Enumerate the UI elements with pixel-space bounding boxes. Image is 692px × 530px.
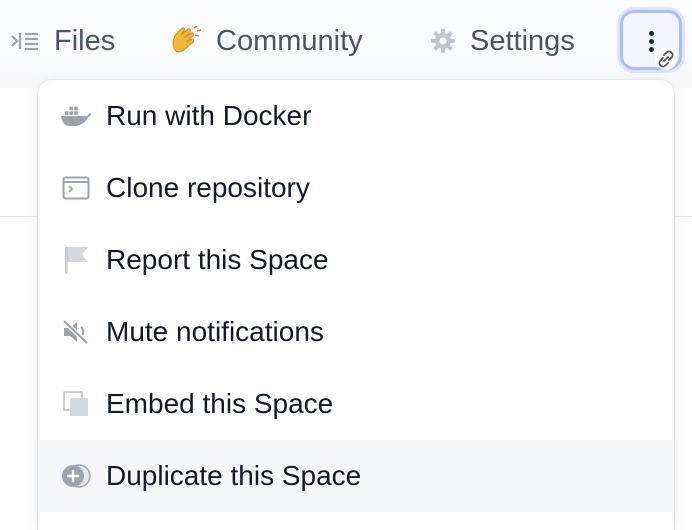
embed-icon bbox=[60, 389, 92, 419]
menu-item-label: Run with Docker bbox=[106, 100, 312, 131]
flag-icon bbox=[60, 245, 92, 275]
docker-icon bbox=[60, 101, 92, 131]
tab-settings-label: Settings bbox=[470, 24, 575, 57]
top-nav-bar: Files Community Settings bbox=[0, 0, 692, 89]
menu-item-clone-repository[interactable]: Clone repository bbox=[38, 152, 674, 224]
clapping-hands-icon bbox=[170, 26, 202, 56]
gear-icon bbox=[430, 28, 456, 54]
duplicate-icon bbox=[60, 461, 92, 491]
menu-item-run-with-docker[interactable]: Run with Docker bbox=[38, 80, 674, 152]
menu-item-embed-space[interactable]: Embed this Space bbox=[38, 368, 674, 440]
tab-community-label: Community bbox=[216, 24, 363, 57]
menu-item-label: Clone repository bbox=[106, 172, 310, 203]
menu-item-label: Report this Space bbox=[106, 244, 329, 275]
menu-item-duplicate-space[interactable]: Duplicate this Space bbox=[38, 440, 674, 512]
menu-item-mute-notifications[interactable]: Mute notifications bbox=[38, 296, 674, 368]
menu-item-label: Duplicate this Space bbox=[106, 460, 362, 491]
link-icon bbox=[653, 47, 679, 76]
tab-files-label: Files bbox=[54, 24, 116, 57]
terminal-icon bbox=[60, 173, 92, 203]
tab-community[interactable]: Community bbox=[170, 18, 363, 64]
tab-files[interactable]: Files bbox=[10, 18, 115, 64]
files-icon bbox=[10, 30, 40, 52]
menu-item-report-space[interactable]: Report this Space bbox=[38, 224, 674, 296]
more-options-button[interactable] bbox=[620, 10, 682, 70]
mute-icon bbox=[60, 317, 92, 347]
menu-item-label: Mute notifications bbox=[106, 316, 324, 347]
tab-settings[interactable]: Settings bbox=[430, 18, 575, 64]
dropdown-menu: Run with Docker Clone repository Report … bbox=[38, 80, 674, 530]
menu-item-label: Embed this Space bbox=[106, 388, 334, 419]
